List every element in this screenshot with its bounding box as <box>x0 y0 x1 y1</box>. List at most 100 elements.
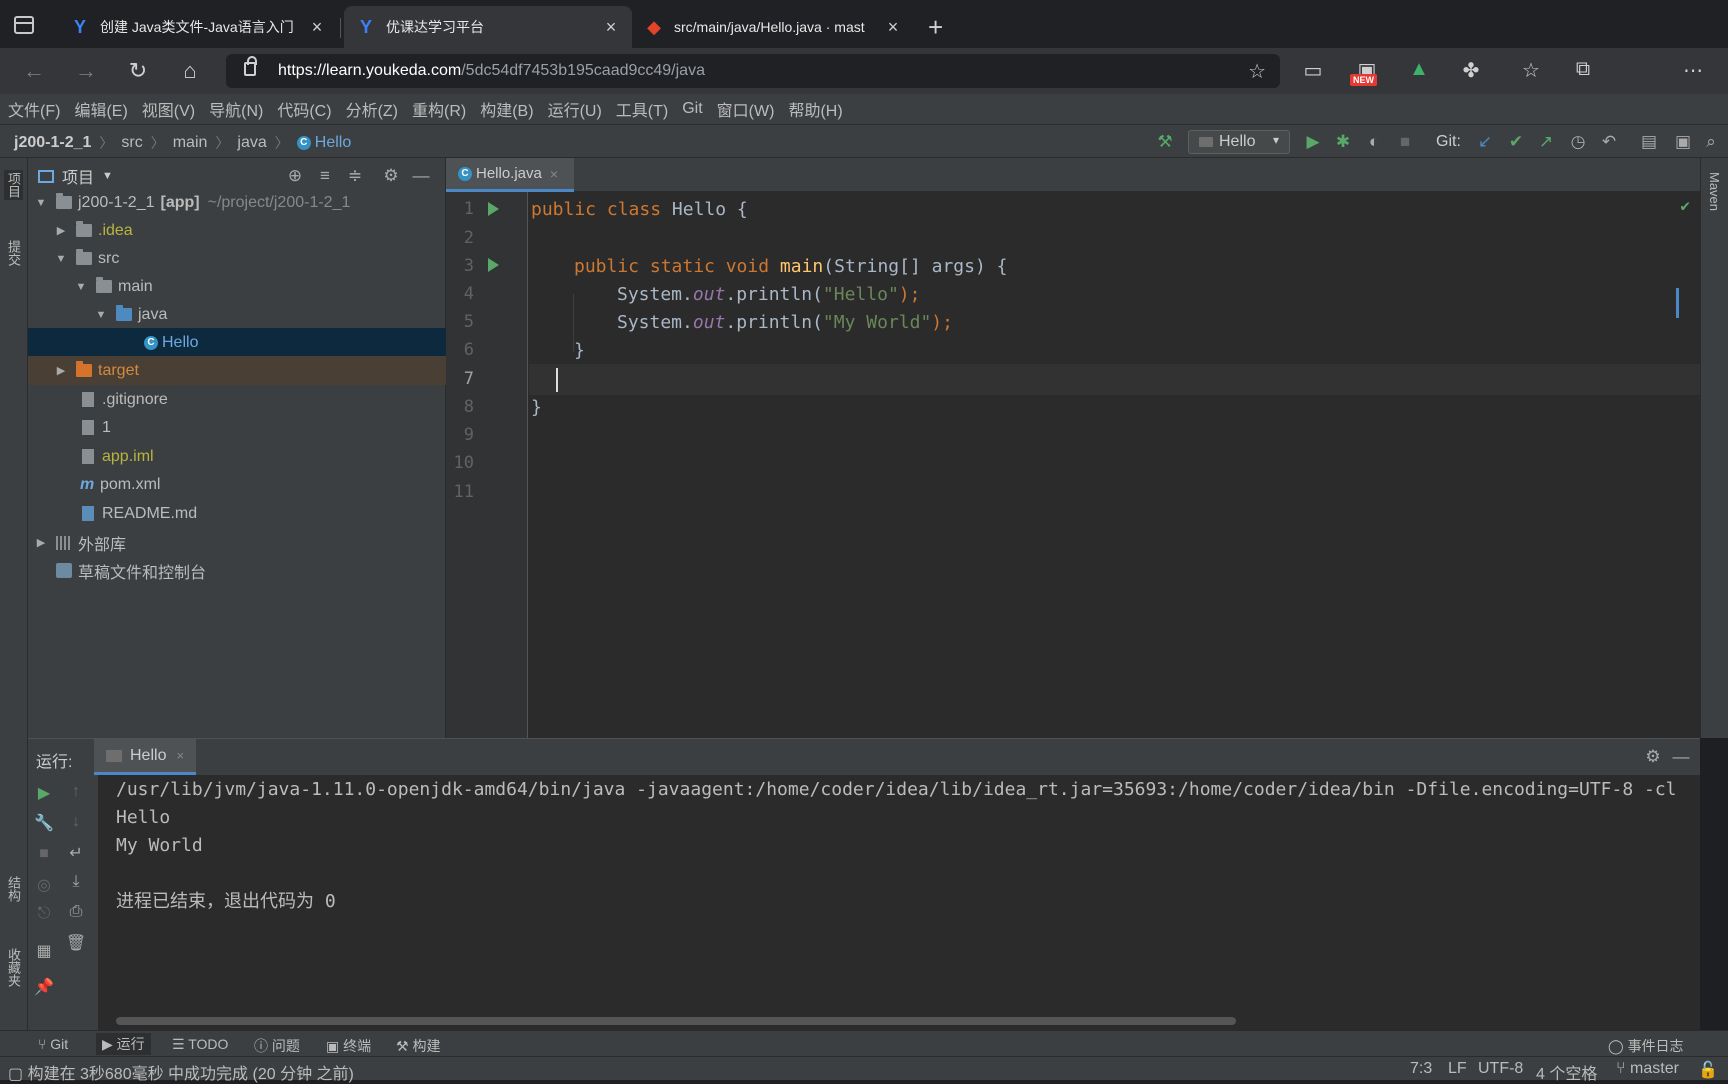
tool-window-run[interactable]: ▶ 运行 <box>96 1033 151 1055</box>
tool-tab-favorites[interactable]: 收藏夹 <box>4 948 23 987</box>
tree-item-readme[interactable]: README.md <box>28 499 446 528</box>
chevron-right-icon[interactable]: ▶ <box>34 536 48 549</box>
menu-window[interactable]: 窗口(W) <box>717 97 775 121</box>
debug-icon[interactable]: ✱ <box>1332 132 1354 152</box>
tree-item-1[interactable]: 1 <box>28 413 446 442</box>
indent-setting[interactable]: 4 个空格 <box>1536 1060 1597 1084</box>
menu-tools[interactable]: 工具(T) <box>616 97 668 121</box>
tree-item-external-libraries[interactable]: ▶ 外部库 <box>28 528 446 557</box>
up-arrow-icon[interactable]: ↑ <box>64 783 88 801</box>
breadcrumb-file[interactable]: Hello <box>315 134 351 152</box>
hide-panel-icon[interactable]: — <box>1670 747 1692 767</box>
run-icon[interactable]: ▶ <box>1302 132 1324 152</box>
chevron-down-icon[interactable]: ▼ <box>54 253 68 265</box>
rerun-icon[interactable]: ▶ <box>32 783 56 803</box>
close-icon[interactable]: × <box>176 748 184 763</box>
menu-file[interactable]: 文件(F) <box>8 97 60 121</box>
new-tab-button[interactable]: + <box>928 12 943 43</box>
wrench-icon[interactable]: 🔧 <box>32 813 56 833</box>
gear-icon[interactable]: ⚙ <box>1642 747 1664 767</box>
menu-run[interactable]: 运行(U) <box>548 97 602 121</box>
tree-item-hello[interactable]: C Hello <box>28 328 446 357</box>
tool-tab-maven[interactable]: Maven <box>1707 172 1722 211</box>
stop-icon[interactable]: ■ <box>32 845 56 863</box>
tree-item-pom[interactable]: m pom.xml <box>28 470 446 499</box>
close-icon[interactable]: × <box>550 166 558 182</box>
menu-analyze[interactable]: 分析(Z) <box>346 97 398 121</box>
git-history-icon[interactable]: ◷ <box>1567 132 1589 152</box>
exit-icon[interactable]: ⎋ <box>32 905 56 923</box>
tree-item-java[interactable]: ▼ java <box>28 300 446 329</box>
git-rollback-icon[interactable]: ↶ <box>1598 132 1620 152</box>
collections-icon[interactable]: ⧉ <box>1570 58 1596 81</box>
tree-item-gitignore[interactable]: .gitignore <box>28 385 446 414</box>
tool-window-terminal[interactable]: ▣ 终端 <box>326 1036 371 1056</box>
tree-item-idea[interactable]: ▶ .idea <box>28 216 446 245</box>
soft-wrap-icon[interactable]: ↵ <box>64 843 88 863</box>
menu-git[interactable]: Git <box>682 100 702 118</box>
gear-icon[interactable]: ⚙ <box>380 166 402 186</box>
reload-icon[interactable]: ↻ <box>124 58 152 84</box>
run-anything-icon[interactable]: ▣ <box>1672 132 1694 152</box>
home-icon[interactable]: ⌂ <box>176 58 204 84</box>
breadcrumb-java[interactable]: java <box>237 134 266 152</box>
tree-item-scratches[interactable]: 草稿文件和控制台 <box>28 556 446 585</box>
locate-file-icon[interactable]: ⊕ <box>284 166 306 186</box>
tree-item-app-iml[interactable]: app.iml <box>28 442 446 471</box>
menu-edit[interactable]: 编辑(E) <box>74 97 127 121</box>
menu-code[interactable]: 代码(C) <box>277 97 331 121</box>
chevron-right-icon[interactable]: ▶ <box>54 364 68 377</box>
chevron-right-icon[interactable]: ▶ <box>54 224 68 237</box>
breadcrumb-project[interactable]: j200-1-2_1 <box>14 134 91 152</box>
address-bar[interactable]: https://learn.youkeda.com/5dc54df7453b19… <box>226 54 1280 88</box>
tool-window-git[interactable]: ⑂ Git <box>38 1036 68 1052</box>
extensions-puzzle-icon[interactable]: ✤ <box>1458 58 1484 83</box>
line-separator[interactable]: LF <box>1448 1060 1467 1078</box>
menu-build[interactable]: 构建(B) <box>480 97 533 121</box>
run-tab-hello[interactable]: Hello × <box>94 739 197 775</box>
scroll-to-end-icon[interactable]: ⤓ <box>64 873 88 891</box>
horizontal-scrollbar[interactable] <box>116 1017 1236 1025</box>
close-icon[interactable]: × <box>308 17 326 38</box>
coverage-icon[interactable]: ◐ <box>1363 132 1385 152</box>
inspection-ok-icon[interactable]: ✔ <box>1680 196 1690 215</box>
expand-all-icon[interactable]: ≡ <box>314 166 336 186</box>
code-area[interactable]: public class Hello { public static void … <box>529 192 1700 738</box>
forward-arrow-icon[interactable]: → <box>72 58 100 84</box>
tool-tab-project[interactable]: 项目 <box>4 170 23 200</box>
tab-actions-icon[interactable] <box>14 16 34 34</box>
breadcrumb-src[interactable]: src <box>121 134 142 152</box>
chevron-down-icon[interactable]: ▼ <box>102 170 113 182</box>
stop-icon[interactable]: ■ <box>1394 132 1416 152</box>
event-log[interactable]: ◯ 事件日志 <box>1608 1036 1684 1056</box>
more-menu-icon[interactable]: ⋯ <box>1680 58 1706 83</box>
tool-tab-structure[interactable]: 结构 <box>4 876 23 902</box>
run-gutter-icon[interactable] <box>488 258 499 272</box>
browser-tab-1[interactable]: Y 创建 Java类文件-Java语言入门 × <box>58 6 338 48</box>
print-icon[interactable]: ⎙ <box>64 903 88 921</box>
browser-tab-2[interactable]: Y 优课达学习平台 × <box>344 6 632 48</box>
tool-window-build[interactable]: ⚒ 构建 <box>396 1036 440 1056</box>
favorites-icon[interactable]: ☆ <box>1518 58 1544 83</box>
chevron-down-icon[interactable]: ▼ <box>34 197 48 209</box>
file-encoding[interactable]: UTF-8 <box>1478 1060 1523 1078</box>
close-icon[interactable]: × <box>884 17 902 38</box>
menu-refactor[interactable]: 重构(R) <box>412 97 466 121</box>
menu-navigate[interactable]: 导航(N) <box>209 97 263 121</box>
status-message[interactable]: ▢ 构建在 3秒680毫秒 中成功完成 (20 分钟 之前) <box>8 1060 354 1084</box>
chevron-down-icon[interactable]: ▼ <box>74 281 88 293</box>
back-arrow-icon[interactable]: ← <box>20 58 48 84</box>
tree-item-main[interactable]: ▼ main <box>28 272 446 301</box>
breadcrumb-main[interactable]: main <box>173 134 208 152</box>
editor-tab-hello-java[interactable]: C Hello.java × <box>446 158 574 192</box>
git-branch[interactable]: ⑂ master <box>1616 1060 1679 1078</box>
tool-window-todo[interactable]: ☰ TODO <box>172 1036 228 1053</box>
git-commit-icon[interactable]: ✔ <box>1505 132 1527 152</box>
reading-view-icon[interactable]: ▭ <box>1300 58 1326 83</box>
tool-tab-commit[interactable]: 提交 <box>4 240 23 266</box>
git-push-icon[interactable]: ↗ <box>1535 132 1557 152</box>
menu-view[interactable]: 视图(V) <box>142 97 195 121</box>
trash-icon[interactable]: 🗑 <box>64 933 88 953</box>
browser-tab-3[interactable]: ◆ src/main/java/Hello.java · mast × <box>632 6 914 48</box>
lock-icon[interactable]: 🔓 <box>1698 1060 1718 1080</box>
